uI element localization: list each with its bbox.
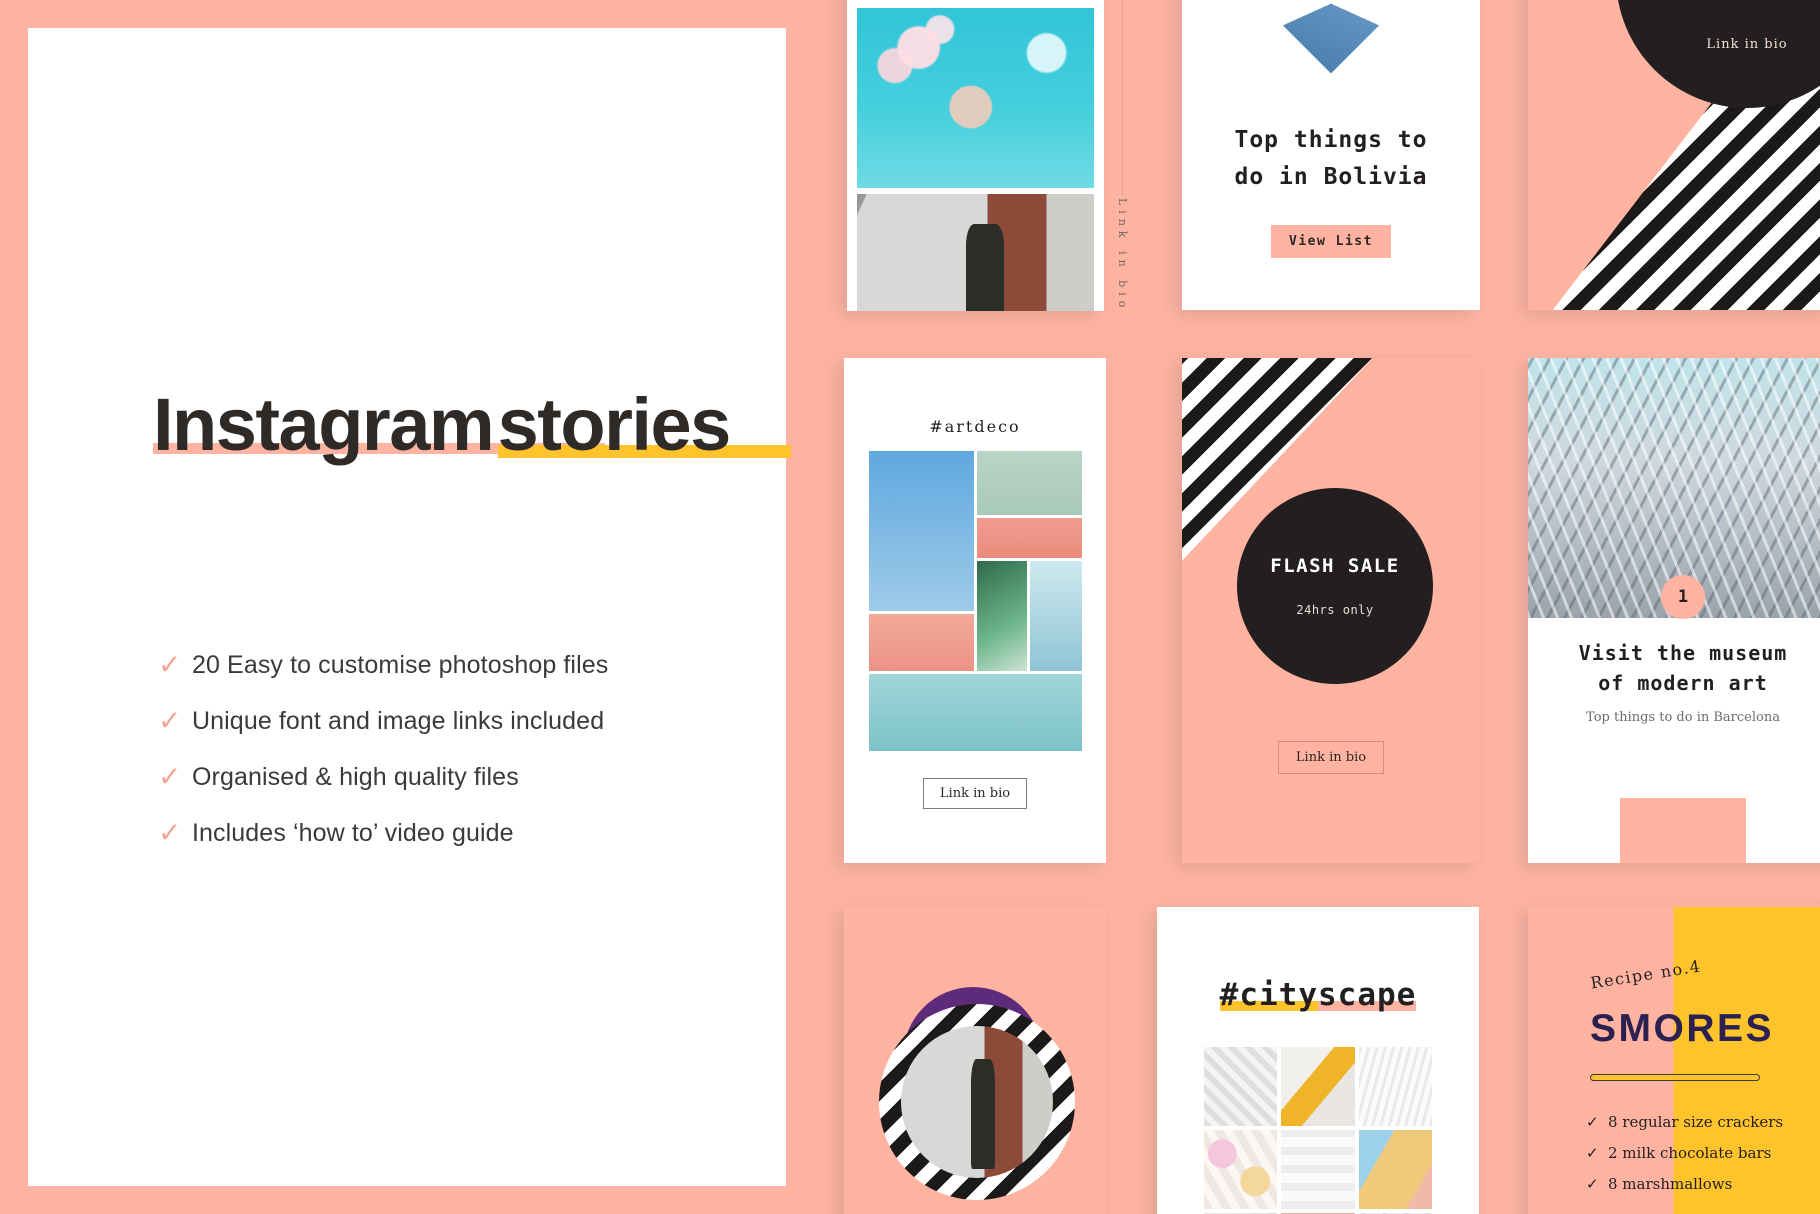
feature-label: Unique font and image links included [192, 706, 605, 735]
artdeco-link-in-bio-button[interactable]: Link in bio [922, 778, 1028, 809]
smores-title: SMORES [1590, 1007, 1775, 1050]
grid-photo [977, 561, 1027, 671]
museum-caption: Top things to do in Barcelona [1586, 710, 1780, 725]
flash-sale-circle: FLASH SALE 24hrs only [1237, 488, 1433, 684]
photo-duo-vertical-label: Link in bio [1116, 198, 1129, 313]
museum-badge-number: 1 [1677, 587, 1689, 607]
flash-sale-headline: FLASH SALE [1268, 555, 1403, 577]
feature-label: Organised & high quality files [192, 762, 519, 791]
feature-label: 20 Easy to customise photoshop files [192, 650, 609, 679]
artdeco-story-card[interactable]: #artdeco Link in bio [844, 358, 1106, 863]
check-icon: ✓ [158, 648, 182, 681]
grid-photo [977, 451, 1082, 515]
title-line-1: Instagram [153, 383, 605, 466]
flash-link-in-bio-button[interactable]: Link in bio [1277, 741, 1385, 774]
check-icon: ✓ [158, 816, 182, 849]
grid-photo [1281, 1130, 1355, 1209]
smores-divider [1590, 1074, 1760, 1081]
feature-item: ✓ Includes ‘how to’ video guide [158, 816, 758, 850]
grid-photo [1281, 1047, 1355, 1126]
poster-root: Instagram stories ✓ 20 Easy to customise… [0, 0, 1820, 1214]
grid-photo [1358, 1130, 1432, 1209]
cityscape-photo-grid [1204, 1047, 1432, 1214]
feature-list: ✓ 20 Easy to customise photoshop files ✓… [158, 648, 758, 872]
cityscape-hashtag-wrap: #cityscape [1157, 977, 1479, 1013]
portrait-circle-story-card[interactable] [844, 907, 1106, 1214]
artdeco-hashtag: #artdeco [929, 417, 1021, 436]
fifty-off-story-card[interactable]: 50% OFF SALE Link in bio [1528, 0, 1820, 310]
smores-recipe-story-card[interactable]: Recipe no.4 SMORES ✓ 8 regular size crac… [1528, 907, 1820, 1214]
flash-sale-subtext: 24hrs only [1296, 603, 1374, 617]
photo-duo-divider [1122, 0, 1123, 195]
left-white-panel: Instagram stories ✓ 20 Easy to customise… [28, 28, 791, 1186]
street-photo [857, 194, 1094, 311]
grid-photo [1204, 1130, 1278, 1209]
museum-story-card[interactable]: 1 Visit the museum of modern art Top thi… [1528, 358, 1820, 863]
museum-title-line-2: of modern art [1598, 671, 1768, 695]
check-icon: ✓ [1586, 1113, 1599, 1131]
fifty-off-circle: 50% OFF SALE Link in bio [1616, 0, 1820, 108]
bolivia-story-card[interactable]: Top things to do in Bolivia View List [1182, 0, 1480, 310]
grid-photo [977, 518, 1082, 558]
grid-photo [1030, 561, 1082, 671]
grid-photo [1204, 1047, 1278, 1126]
feature-item: ✓ Unique font and image links included [158, 704, 758, 738]
photo-duo-story-card[interactable] [847, 0, 1104, 311]
grid-photo [869, 614, 974, 671]
ingredient-label: 2 milk chocolate bars [1608, 1144, 1772, 1162]
grid-photo [869, 674, 1082, 751]
fifty-off-headline: 50% OFF SALE [1649, 0, 1820, 5]
feature-item: ✓ 20 Easy to customise photoshop files [158, 648, 758, 682]
ingredient-label: 8 regular size crackers [1608, 1113, 1784, 1131]
museum-badge: 1 [1661, 575, 1705, 619]
title-line-2: stories [497, 383, 791, 466]
cityscape-hashtag: #cityscape [1219, 977, 1417, 1013]
ingredient-item: ✓ 8 marshmallows [1586, 1175, 1783, 1193]
title-text-1: Instagram [153, 383, 495, 466]
grid-photo [1358, 1047, 1432, 1126]
title-text-2: stories [497, 383, 732, 466]
smores-eyebrow: Recipe no.4 [1589, 956, 1703, 993]
museum-title-line-1: Visit the museum [1578, 641, 1788, 665]
ingredient-item: ✓ 8 regular size crackers [1586, 1113, 1783, 1131]
museum-bottom-accent [1620, 798, 1746, 863]
check-icon: ✓ [1586, 1144, 1599, 1162]
fifty-off-subtext: Link in bio [1706, 36, 1788, 52]
ingredient-item: ✓ 2 milk chocolate bars [1586, 1144, 1783, 1162]
artdeco-photo-grid [869, 451, 1082, 751]
check-icon: ✓ [158, 704, 182, 737]
portrait-photo [901, 1026, 1053, 1178]
smores-ingredient-list: ✓ 8 regular size crackers ✓ 2 milk choco… [1586, 1113, 1783, 1193]
bolivia-chevron-graphic [1182, 0, 1480, 73]
feature-item: ✓ Organised & high quality files [158, 760, 758, 794]
cityscape-story-card[interactable]: #cityscape [1157, 907, 1479, 1214]
blossom-photo [857, 8, 1094, 188]
check-icon: ✓ [1586, 1175, 1599, 1193]
ingredient-label: 8 marshmallows [1608, 1175, 1733, 1193]
page-title: Instagram stories [153, 383, 791, 466]
bolivia-title-line-1: Top things to [1232, 124, 1430, 157]
museum-title: Visit the museum of modern art [1528, 638, 1820, 698]
check-icon: ✓ [158, 760, 182, 793]
feature-label: Includes ‘how to’ video guide [192, 818, 514, 847]
flash-sale-story-card[interactable]: FLASH SALE 24hrs only Link in bio [1182, 358, 1480, 863]
bolivia-title: Top things to do in Bolivia [1182, 124, 1480, 195]
bolivia-view-list-button[interactable]: View List [1271, 225, 1391, 258]
bolivia-title-line-2: do in Bolivia [1232, 161, 1430, 194]
